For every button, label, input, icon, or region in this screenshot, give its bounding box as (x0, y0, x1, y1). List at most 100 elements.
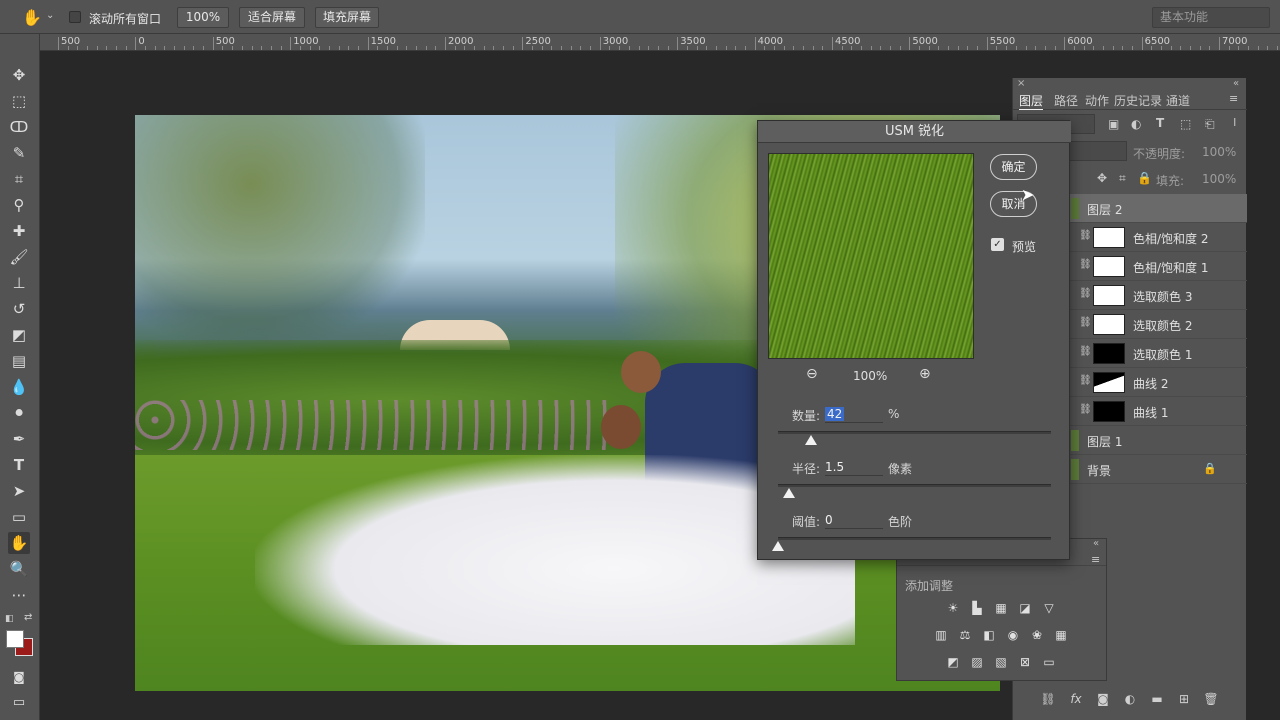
layer-mask-thumbnail[interactable] (1093, 343, 1125, 364)
swap-colors-icon[interactable]: ⇄ (24, 612, 32, 623)
filter-pixel-icon[interactable]: ▣ (1108, 117, 1119, 131)
amount-slider-thumb[interactable] (804, 435, 817, 445)
curves-icon[interactable]: ▦ (993, 601, 1009, 615)
tab-paths[interactable]: 路径 (1054, 92, 1078, 109)
filter-preview[interactable] (768, 153, 974, 359)
eraser-tool-icon[interactable]: ◩ (8, 324, 30, 346)
layer-mask-thumbnail[interactable] (1093, 285, 1125, 306)
channel-mixer-icon[interactable]: ❀ (1029, 628, 1045, 642)
zoom-out-icon[interactable]: ⊖ (806, 366, 818, 382)
more-tools-icon[interactable]: ⋯ (8, 584, 30, 606)
hand-tool-icon[interactable]: ✋ (8, 532, 30, 554)
opacity-value[interactable]: 100% (1202, 145, 1236, 159)
radius-input[interactable]: 1.5 (825, 458, 883, 476)
filter-type-icon[interactable]: T (1156, 116, 1164, 130)
filter-shape-icon[interactable]: ⬚ (1180, 117, 1191, 131)
brightness-contrast-icon[interactable]: ☀ (945, 601, 961, 615)
radius-slider-track[interactable] (778, 484, 1051, 487)
quick-mask-icon[interactable]: ◙ (8, 666, 30, 688)
scroll-all-windows-checkbox[interactable] (69, 11, 81, 23)
mask-link-icon[interactable]: ⛓ (1079, 259, 1092, 270)
threshold-slider-track[interactable] (778, 537, 1051, 540)
lasso-tool-icon[interactable]: ↀ (8, 116, 30, 138)
delete-layer-icon[interactable]: 🗑 (1203, 691, 1219, 707)
filter-adjustment-icon[interactable]: ◐ (1131, 117, 1141, 131)
filter-toggle-icon[interactable]: ⏽ (1230, 115, 1240, 130)
posterize-icon[interactable]: ▨ (969, 655, 985, 669)
eyedropper-tool-icon[interactable]: ⚲ (8, 194, 30, 216)
path-selection-tool-icon[interactable]: ➤ (8, 480, 30, 502)
link-layers-icon[interactable]: ⛓ (1040, 691, 1056, 707)
selective-color-icon[interactable]: ⊠ (1017, 655, 1033, 669)
layer-mask-thumbnail[interactable] (1093, 401, 1125, 422)
panel-menu-icon[interactable]: ≡ (1229, 92, 1238, 105)
ok-button[interactable]: 确定 (990, 154, 1037, 180)
layer-thumbnail[interactable] (1071, 459, 1079, 480)
new-group-icon[interactable]: ▬ (1149, 691, 1165, 707)
threshold-icon[interactable]: ▧ (993, 655, 1009, 669)
mask-link-icon[interactable]: ⛓ (1079, 346, 1092, 357)
layer-thumbnail[interactable] (1071, 198, 1079, 219)
lock-artboard-icon[interactable]: ⌗ (1119, 171, 1126, 186)
layer-mask-thumbnail[interactable] (1093, 227, 1125, 248)
new-adjustment-icon[interactable]: ◐ (1122, 691, 1138, 707)
crop-tool-icon[interactable]: ⌗ (8, 168, 30, 190)
default-colors-icon[interactable]: ◧ (5, 614, 14, 624)
type-tool-icon[interactable]: T (8, 454, 30, 476)
blur-tool-icon[interactable]: 💧 (8, 376, 30, 398)
add-mask-icon[interactable]: ◙ (1095, 691, 1111, 707)
pen-tool-icon[interactable]: ✒ (8, 428, 30, 450)
color-balance-icon[interactable]: ⚖ (957, 628, 973, 642)
gradient-tool-icon[interactable]: ▤ (8, 350, 30, 372)
black-white-icon[interactable]: ◧ (981, 628, 997, 642)
invert-icon[interactable]: ◩ (945, 655, 961, 669)
vibrance-icon[interactable]: ▽ (1041, 601, 1057, 615)
levels-icon[interactable]: ▙ (969, 601, 985, 615)
layer-mask-thumbnail[interactable] (1093, 256, 1125, 277)
zoom-in-icon[interactable]: ⊕ (919, 366, 931, 382)
workspace-select[interactable]: 基本功能 (1152, 7, 1270, 28)
mask-link-icon[interactable]: ⛓ (1079, 230, 1092, 241)
color-lookup-icon[interactable]: ▦ (1053, 628, 1069, 642)
mask-link-icon[interactable]: ⛓ (1079, 317, 1092, 328)
radius-slider-thumb[interactable] (782, 488, 795, 498)
lock-all-icon[interactable]: 🔒 (1137, 171, 1152, 185)
panel-menu-icon[interactable]: ≡ (1091, 553, 1100, 566)
amount-slider-track[interactable] (778, 431, 1051, 434)
gradient-map-icon[interactable]: ▭ (1041, 655, 1057, 669)
amount-input[interactable]: 42 (825, 405, 883, 423)
brush-tool-icon[interactable]: 🖌 (8, 246, 30, 268)
exposure-icon[interactable]: ◪ (1017, 601, 1033, 615)
zoom-percent-button[interactable]: 100% (177, 7, 229, 28)
layer-style-icon[interactable]: fx (1068, 691, 1084, 707)
photo-filter-icon[interactable]: ◉ (1005, 628, 1021, 642)
lock-position-icon[interactable]: ✥ (1097, 171, 1107, 185)
zoom-tool-icon[interactable]: 🔍 (8, 558, 30, 580)
collapse-panel-icon[interactable]: « (1093, 538, 1099, 549)
quick-selection-tool-icon[interactable]: ✎ (8, 142, 30, 164)
mask-link-icon[interactable]: ⛓ (1079, 404, 1092, 415)
chevron-down-icon[interactable]: ⌄ (46, 10, 54, 21)
filter-smart-object-icon[interactable]: ⎗ (1205, 117, 1215, 132)
hand-tool-icon[interactable]: ✋ (22, 8, 42, 27)
fill-value[interactable]: 100% (1202, 172, 1236, 186)
move-tool-icon[interactable]: ✥ (8, 64, 30, 86)
layer-thumbnail[interactable] (1071, 430, 1079, 451)
preview-checkbox[interactable]: ✓ (991, 238, 1004, 251)
tab-layers[interactable]: 图层 (1019, 92, 1044, 110)
threshold-input[interactable]: 0 (825, 511, 883, 529)
screen-mode-icon[interactable]: ▭ (8, 692, 30, 714)
mask-link-icon[interactable]: ⛓ (1079, 375, 1092, 386)
tab-actions[interactable]: 动作 (1085, 92, 1109, 109)
layer-mask-thumbnail[interactable] (1093, 372, 1125, 393)
rectangle-tool-icon[interactable]: ▭ (8, 506, 30, 528)
tab-channels[interactable]: 通道 (1166, 92, 1190, 109)
fit-screen-button[interactable]: 适合屏幕 (239, 7, 305, 28)
new-layer-icon[interactable]: ⊞ (1176, 691, 1192, 707)
foreground-color-swatch[interactable] (6, 630, 24, 648)
stamp-tool-icon[interactable]: ⊥ (8, 272, 30, 294)
healing-brush-tool-icon[interactable]: ✚ (8, 220, 30, 242)
marquee-tool-icon[interactable]: ⬚ (8, 90, 30, 112)
tab-history[interactable]: 历史记录 (1114, 92, 1162, 109)
layer-mask-thumbnail[interactable] (1093, 314, 1125, 335)
